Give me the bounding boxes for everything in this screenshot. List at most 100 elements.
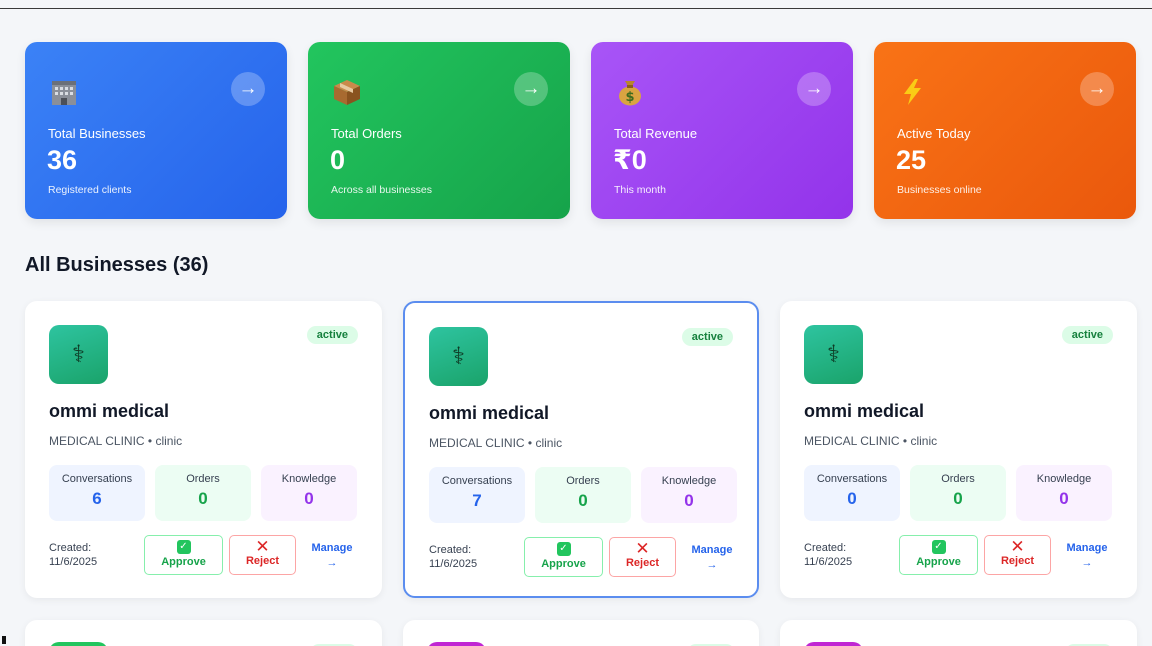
lightning-icon — [904, 79, 921, 105]
business-name: ommi medical — [429, 403, 550, 423]
stat-arrow-button[interactable]: → — [231, 72, 265, 106]
business-type: MEDICAL CLINIC • clinic — [804, 434, 938, 448]
medical-icon: ⚕ — [429, 327, 488, 386]
metric-value: 6 — [92, 489, 102, 508]
business-card[interactable] — [403, 620, 759, 646]
stat-value: 25 — [896, 145, 927, 175]
money-bag-icon: $ — [619, 81, 641, 106]
stat-card-total-businesses[interactable]: → Total Businesses 36 Registered clients — [25, 42, 287, 219]
knowledge-metric: Knowledge 0 — [261, 465, 357, 521]
metric-label: Knowledge — [1036, 473, 1092, 485]
business-logo — [427, 642, 486, 646]
metric-value: 0 — [847, 489, 857, 508]
metric-value: 0 — [578, 491, 588, 510]
approve-label: Approve — [161, 556, 206, 568]
stat-arrow-button[interactable]: → — [514, 72, 548, 106]
approve-button[interactable]: ✓ Approve — [899, 535, 978, 575]
stat-arrow-button[interactable]: → — [1080, 72, 1114, 106]
check-icon: ✓ — [176, 540, 191, 554]
reject-button[interactable]: ✕ Reject — [984, 535, 1051, 575]
reject-button[interactable]: ✕ Reject — [229, 535, 296, 575]
business-logo — [49, 642, 108, 646]
approve-label: Approve — [541, 558, 586, 570]
knowledge-metric: Knowledge 0 — [1016, 465, 1112, 521]
reject-label: Reject — [625, 557, 660, 569]
medical-icon: ⚕ — [804, 325, 863, 384]
stat-subtitle: This month — [614, 184, 666, 196]
stat-card-total-revenue[interactable]: $ → Total Revenue ₹0 This month — [591, 42, 853, 219]
section-title: All Businesses (36) — [25, 254, 209, 276]
metric-value: 0 — [684, 491, 694, 510]
business-name: ommi medical — [804, 401, 925, 421]
check-icon: ✓ — [556, 542, 571, 556]
conversations-metric: Conversations 0 — [804, 465, 900, 521]
business-card[interactable] — [25, 620, 382, 646]
stat-subtitle: Registered clients — [48, 184, 132, 196]
metric-label: Orders — [941, 473, 975, 485]
svg-text:$: $ — [625, 90, 634, 105]
created-date: Created: 11/6/2025 — [804, 541, 852, 570]
arrow-right-icon: → — [1081, 557, 1093, 570]
business-card[interactable] — [780, 620, 1137, 646]
business-card[interactable]: ⚕ active ommi medical MEDICAL CLINIC • c… — [780, 301, 1137, 598]
stat-subtitle: Across all businesses — [331, 184, 432, 196]
metric-label: Conversations — [816, 473, 888, 485]
metric-label: Conversations — [61, 473, 133, 485]
conversations-metric: Conversations 7 — [429, 467, 525, 523]
created-value: 11/6/2025 — [429, 558, 478, 571]
stat-arrow-button[interactable]: → — [797, 72, 831, 106]
stat-value: 36 — [47, 145, 78, 175]
created-value: 11/6/2025 — [804, 556, 853, 569]
business-type: MEDICAL CLINIC • clinic — [429, 436, 563, 450]
created-value: 11/6/2025 — [49, 556, 98, 569]
manage-link[interactable]: Manage → — [307, 541, 357, 572]
manage-label: Manage — [1066, 542, 1108, 554]
metric-label: Conversations — [441, 475, 513, 487]
cross-icon: ✕ — [1010, 537, 1025, 556]
created-date: Created: 11/6/2025 — [429, 543, 477, 572]
created-label: Created: — [804, 542, 847, 554]
reject-label: Reject — [1000, 555, 1035, 567]
metric-value: 7 — [472, 491, 482, 510]
metric-label: Orders — [566, 475, 600, 487]
stat-card-active-today[interactable]: → Active Today 25 Businesses online — [874, 42, 1136, 219]
stat-label: Active Today — [897, 126, 971, 141]
metric-value: 0 — [304, 489, 314, 508]
manage-label: Manage — [311, 542, 353, 554]
stat-label: Total Revenue — [614, 126, 698, 141]
mouse-cursor — [2, 636, 6, 644]
status-badge: active — [1061, 326, 1113, 344]
status-badge: active — [306, 326, 358, 344]
metric-value: 0 — [953, 489, 963, 508]
conversations-metric: Conversations 6 — [49, 465, 145, 521]
stat-card-total-orders[interactable]: → Total Orders 0 Across all businesses — [308, 42, 570, 219]
knowledge-metric: Knowledge 0 — [641, 467, 737, 523]
manage-label: Manage — [691, 544, 733, 556]
approve-button[interactable]: ✓ Approve — [524, 537, 603, 577]
stat-subtitle: Businesses online — [897, 184, 982, 196]
manage-link[interactable]: Manage → — [687, 543, 737, 574]
reject-button[interactable]: ✕ Reject — [609, 537, 676, 577]
stat-label: Total Orders — [331, 126, 402, 141]
business-card[interactable]: ⚕ active ommi medical MEDICAL CLINIC • c… — [403, 301, 759, 598]
orders-metric: Orders 0 — [155, 465, 251, 521]
created-label: Created: — [49, 542, 92, 554]
stat-label: Total Businesses — [48, 126, 146, 141]
top-divider — [0, 8, 1152, 9]
business-logo — [804, 642, 863, 646]
metric-label: Orders — [186, 473, 220, 485]
approve-button[interactable]: ✓ Approve — [144, 535, 223, 575]
business-card[interactable]: ⚕ active ommi medical MEDICAL CLINIC • c… — [25, 301, 382, 598]
stats-row: → Total Businesses 36 Registered clients… — [25, 42, 1136, 219]
check-icon: ✓ — [931, 540, 946, 554]
reject-label: Reject — [245, 555, 280, 567]
metric-value: 0 — [198, 489, 208, 508]
status-badge: active — [681, 328, 733, 346]
cross-icon: ✕ — [635, 539, 650, 558]
arrow-right-icon: → — [326, 557, 338, 570]
medical-icon: ⚕ — [49, 325, 108, 384]
orders-metric: Orders 0 — [910, 465, 1006, 521]
package-icon — [334, 80, 360, 105]
manage-link[interactable]: Manage → — [1062, 541, 1112, 572]
stat-value: 0 — [330, 145, 346, 175]
